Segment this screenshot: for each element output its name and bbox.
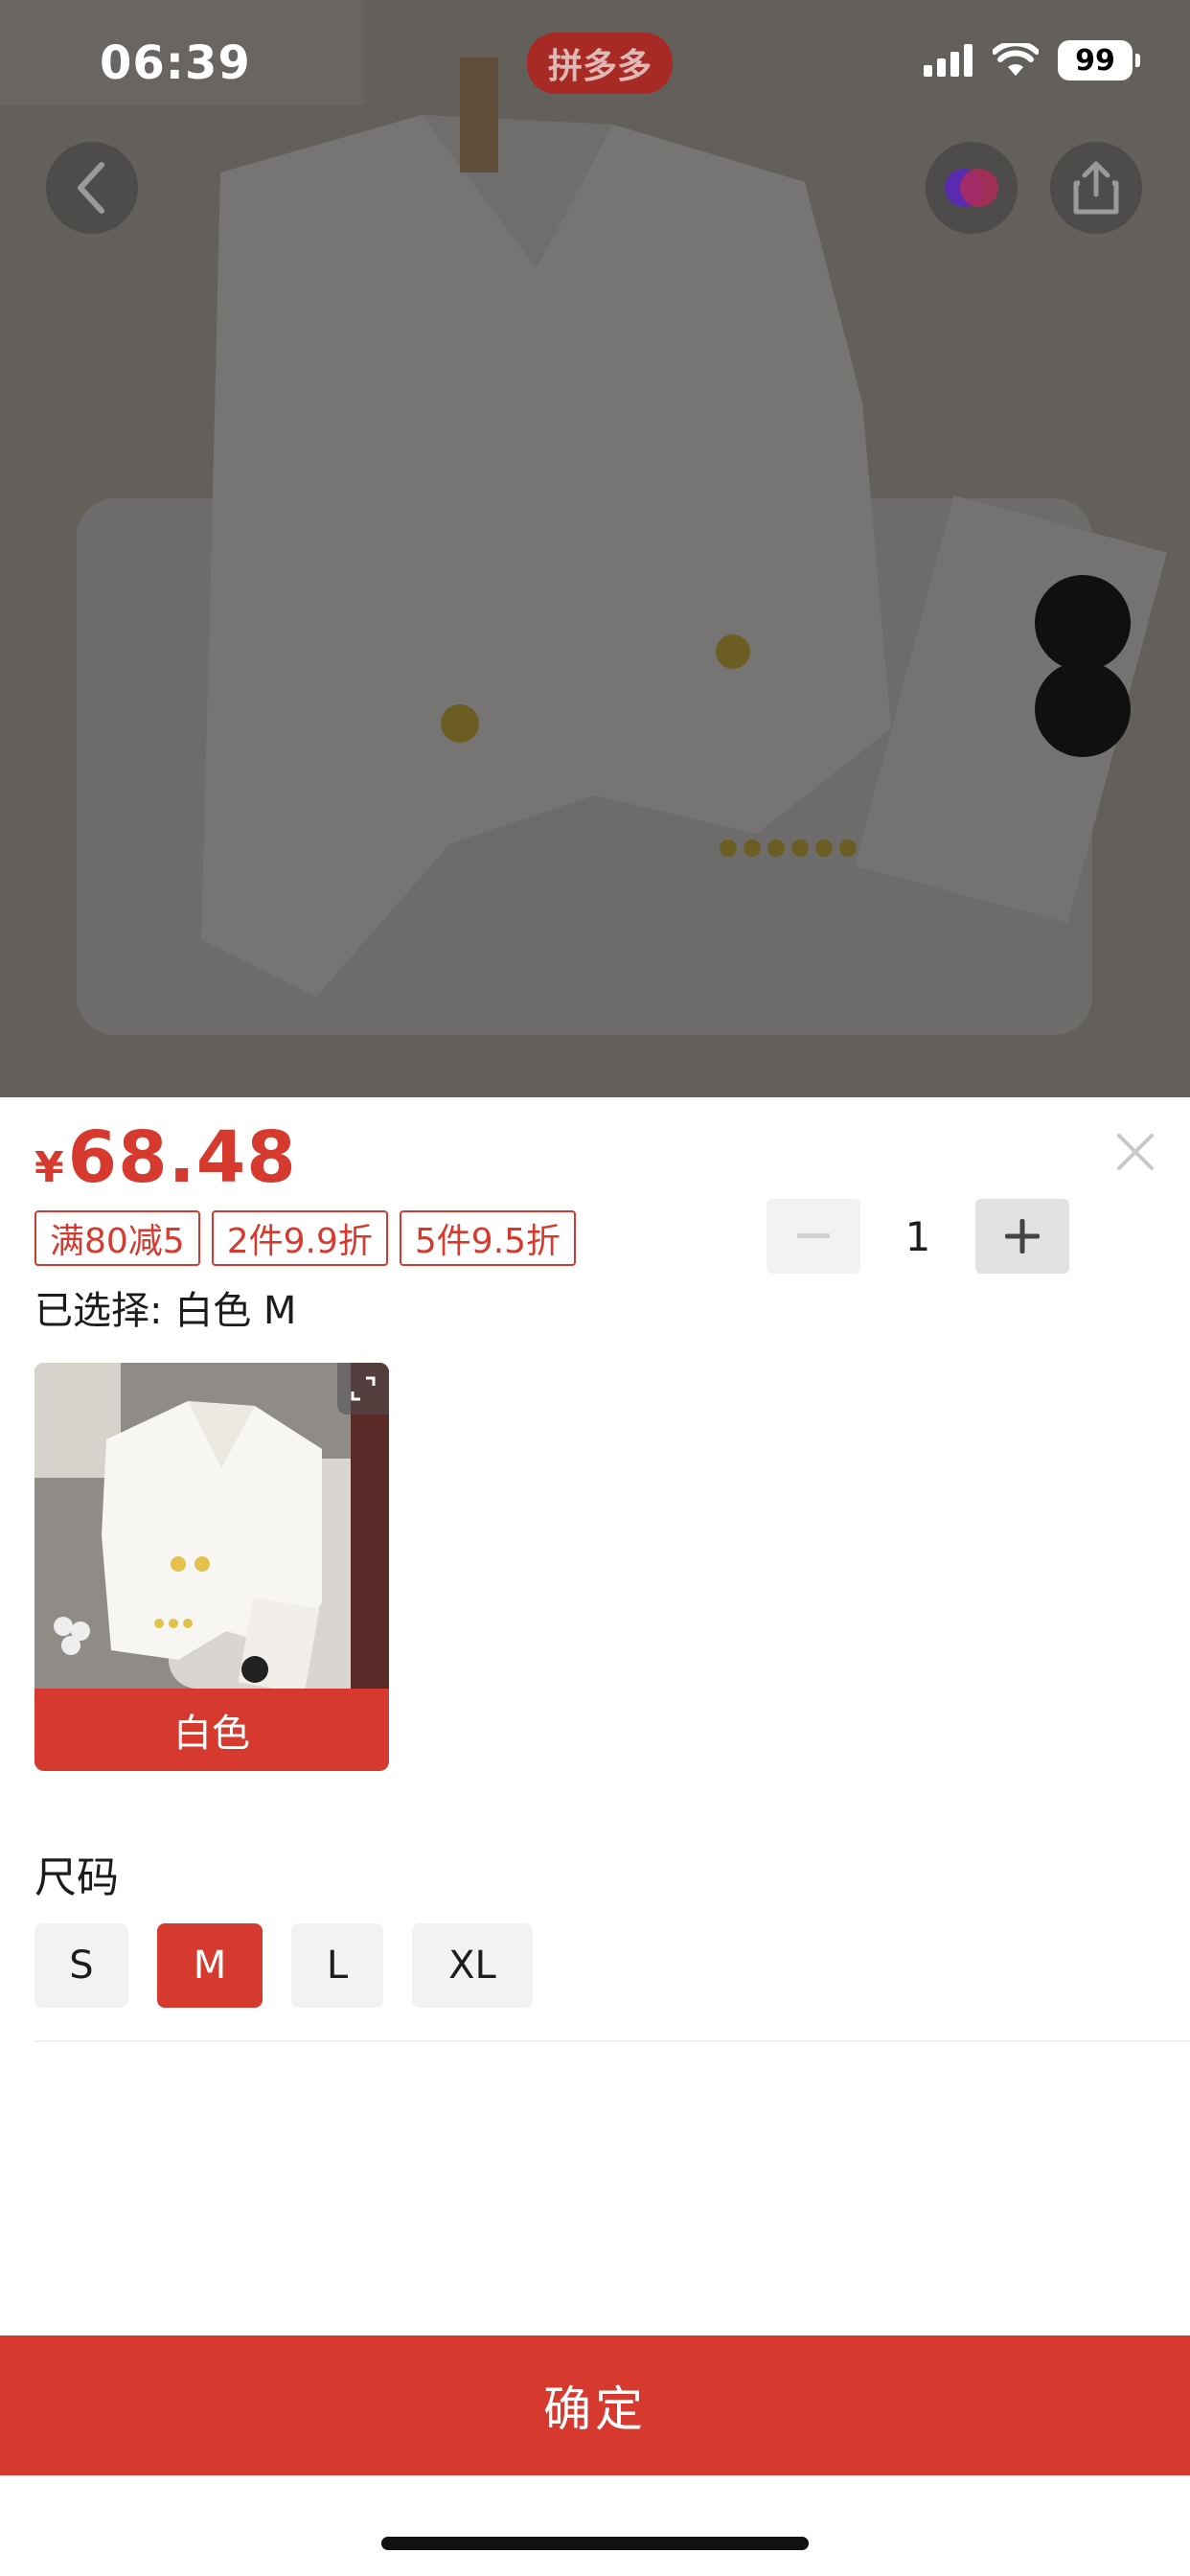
confirm-button[interactable]: 确定 xyxy=(0,2335,1190,2475)
ai-assistant-button[interactable] xyxy=(926,142,1018,234)
color-option-label: 白色 xyxy=(34,1689,389,1771)
jacket-thumbnail xyxy=(34,1363,389,1694)
color-option-image xyxy=(34,1363,389,1694)
expand-image-button[interactable] xyxy=(337,1363,389,1414)
product-hero-image[interactable]: 06:39 拼多多 99 xyxy=(0,0,1190,1097)
quantity-value[interactable]: 1 xyxy=(860,1213,975,1260)
brand-logo: 拼多多 xyxy=(527,33,674,94)
signal-icon xyxy=(924,44,973,77)
promo-tags: 满80减5 2件9.9折 5件9.5折 xyxy=(34,1210,577,1266)
expand-icon xyxy=(351,1376,376,1401)
size-section-title: 尺码 xyxy=(34,1853,119,1902)
status-icons: 99 xyxy=(924,40,1140,80)
share-icon xyxy=(1073,161,1119,215)
selected-summary: 已选择: 白色 M xyxy=(34,1289,297,1333)
back-button[interactable] xyxy=(46,142,138,234)
price-currency: ¥ xyxy=(34,1143,64,1192)
size-option-l[interactable]: L xyxy=(291,1923,383,2008)
promo-tag: 5件9.5折 xyxy=(399,1210,577,1266)
ai-assistant-icon xyxy=(945,169,998,207)
color-option-white[interactable]: 白色 xyxy=(34,1363,389,1771)
status-time: 06:39 xyxy=(100,36,251,90)
close-button[interactable] xyxy=(1111,1128,1159,1176)
wifi-icon xyxy=(993,43,1039,76)
status-bar: 06:39 拼多多 99 xyxy=(0,0,1190,129)
battery-icon: 99 xyxy=(1058,40,1140,80)
sku-selection-panel: ¥ 68.48 满80减5 2件9.9折 5件9.5折 1 已选择: 白色 M xyxy=(0,1097,1190,2576)
plus-icon xyxy=(1005,1219,1040,1254)
price: ¥ 68.48 xyxy=(34,1116,297,1199)
home-indicator[interactable] xyxy=(381,2537,809,2550)
size-option-xl[interactable]: XL xyxy=(412,1923,533,2008)
size-option-m[interactable]: M xyxy=(157,1923,263,2008)
quantity-decrease-button[interactable] xyxy=(767,1199,860,1274)
size-option-s[interactable]: S xyxy=(34,1923,128,2008)
minus-icon xyxy=(797,1233,830,1238)
share-button[interactable] xyxy=(1050,142,1142,234)
price-value: 68.48 xyxy=(67,1116,297,1199)
size-options: S M L XL xyxy=(34,1923,533,2008)
quantity-stepper: 1 xyxy=(767,1199,1069,1274)
quantity-increase-button[interactable] xyxy=(975,1199,1069,1274)
divider xyxy=(34,2040,1190,2042)
back-icon xyxy=(78,162,104,214)
close-icon xyxy=(1117,1134,1154,1170)
promo-tag: 满80减5 xyxy=(34,1210,200,1266)
promo-tag: 2件9.9折 xyxy=(211,1210,388,1266)
